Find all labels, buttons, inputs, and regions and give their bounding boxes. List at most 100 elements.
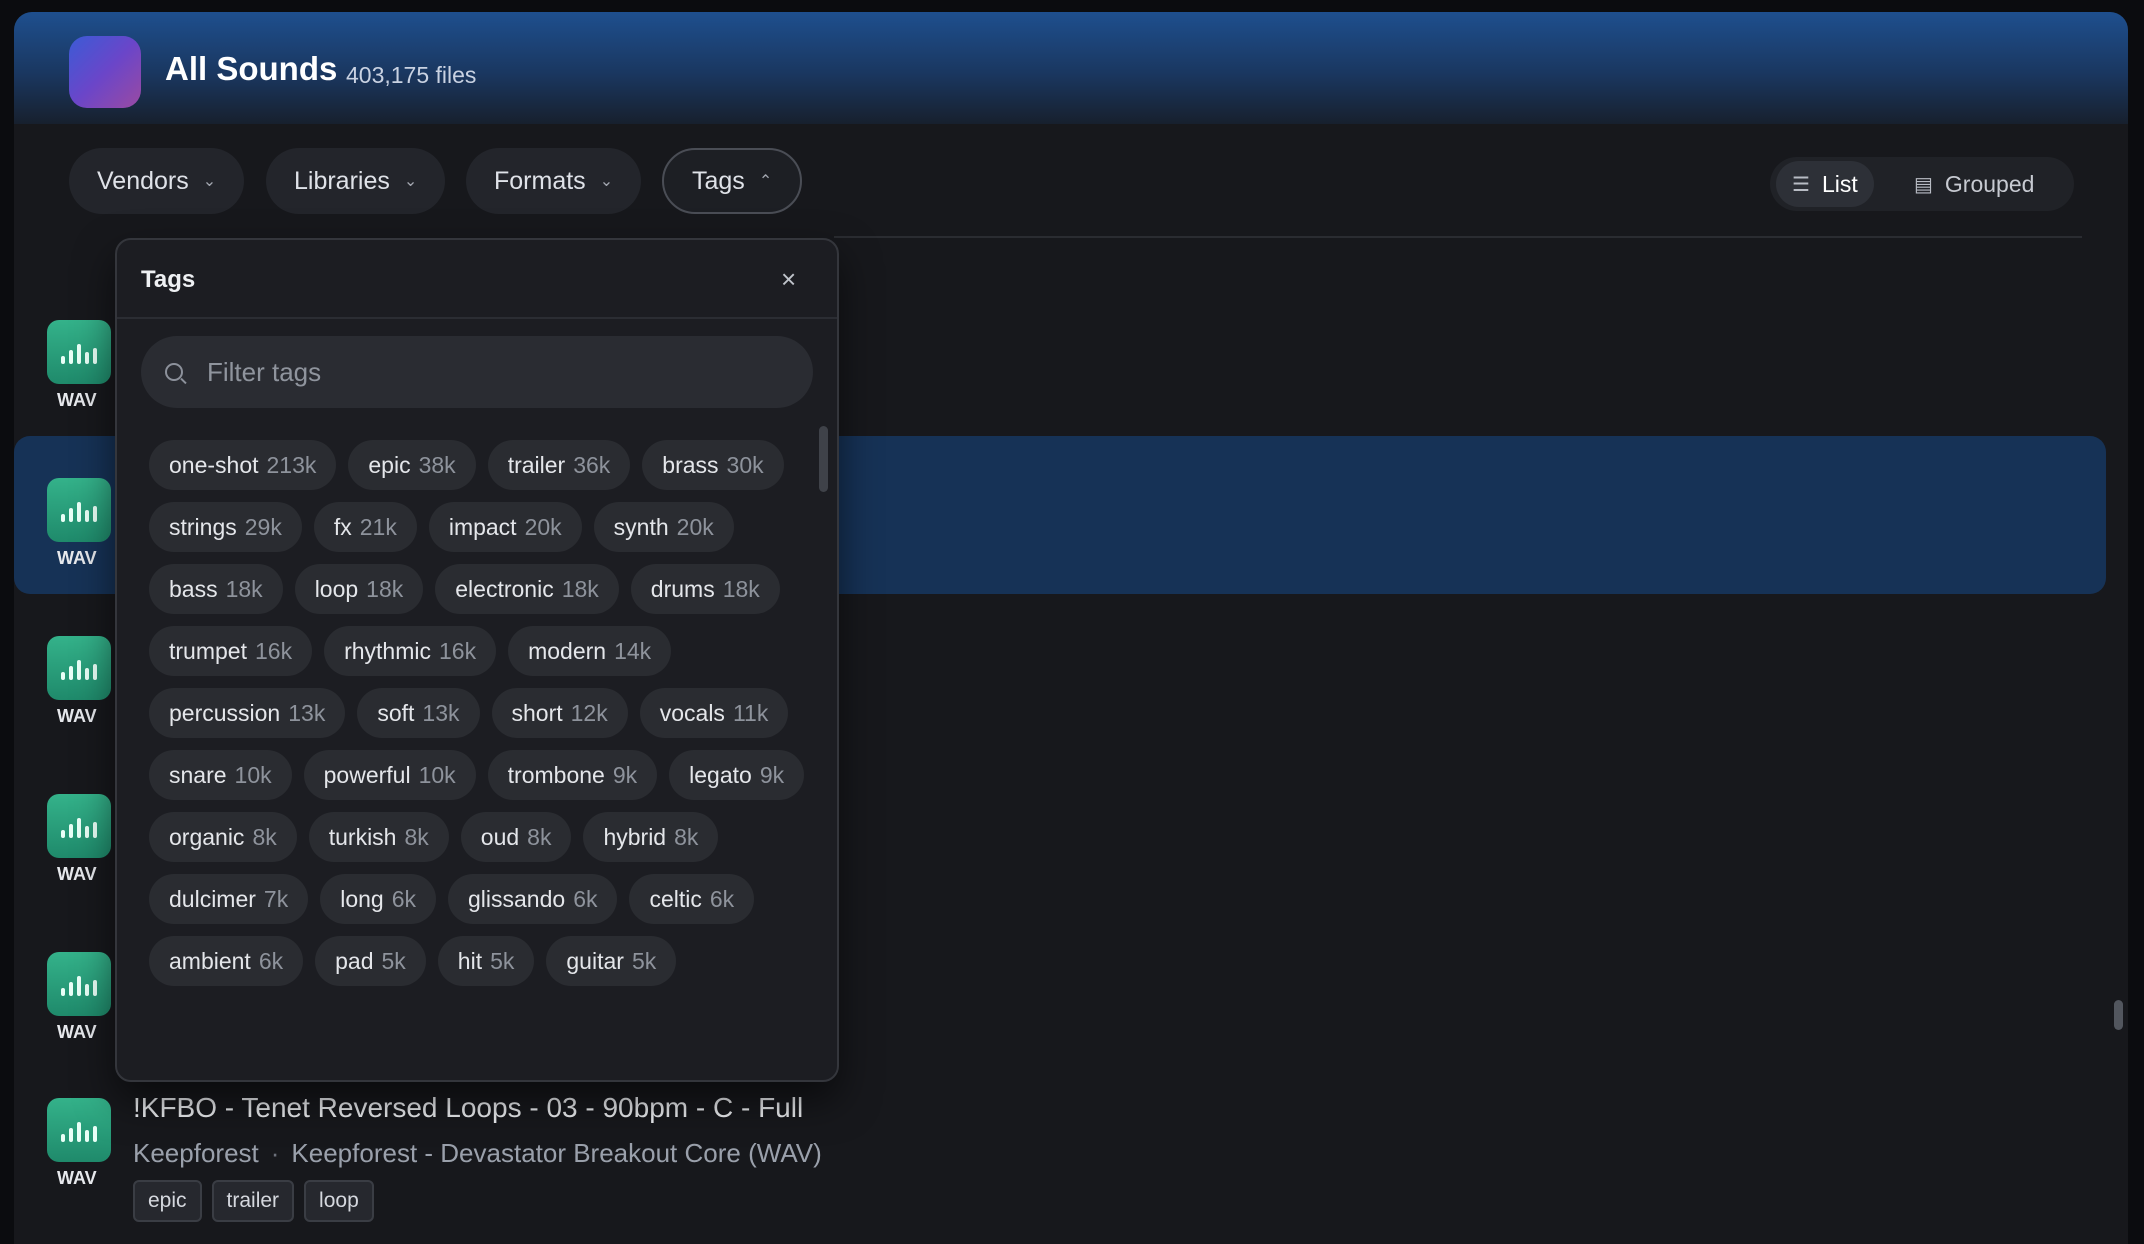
- tag-chip[interactable]: percussion 13k: [149, 688, 346, 738]
- tag-chip[interactable]: organic 8k: [149, 812, 297, 862]
- vendors-filter-button[interactable]: Vendors ⌄: [69, 148, 245, 214]
- tag-chip-count: 38k: [418, 451, 456, 478]
- tag-chip[interactable]: glissando 6k: [448, 874, 618, 924]
- tag-chip[interactable]: synth 20k: [593, 502, 734, 552]
- tag-chip[interactable]: ambient 6k: [149, 936, 304, 986]
- tag-chip-count: 20k: [524, 513, 562, 540]
- tag-chip-count: 16k: [438, 637, 477, 664]
- tag-chip[interactable]: turkish 8k: [308, 812, 449, 862]
- tag-filter-input[interactable]: [205, 355, 769, 389]
- tag-chip-name: vocals: [659, 699, 725, 726]
- row-title[interactable]: !KFBO - Tenet Reversed Loops - 03 - 90bp…: [133, 1092, 803, 1124]
- tag-chip[interactable]: short 12k: [491, 688, 628, 738]
- close-icon[interactable]: ×: [781, 264, 796, 295]
- grouped-view-button[interactable]: ▤ Grouped: [1898, 161, 2050, 207]
- tag-chip-count: 10k: [234, 761, 272, 788]
- tag-chip-count: 6k: [709, 885, 735, 912]
- tag-chip[interactable]: oud 8k: [460, 812, 572, 862]
- tag-chip-name: soft: [377, 699, 415, 726]
- tag-chip[interactable]: fx 21k: [313, 502, 417, 552]
- tag-chip-name: electronic: [455, 575, 554, 602]
- format-label: WAV: [57, 1022, 97, 1042]
- file-count: 403,175 files: [346, 62, 477, 88]
- tag-chip[interactable]: soft 13k: [357, 688, 480, 738]
- tag-chip-name: epic: [368, 451, 411, 478]
- tag-chip[interactable]: guitar 5k: [546, 936, 677, 986]
- tag-chip[interactable]: epic 38k: [348, 440, 476, 490]
- tag-chip-count: 11k: [732, 699, 769, 726]
- popover-scrollbar[interactable]: [819, 426, 828, 492]
- tag-chip[interactable]: drums 18k: [630, 564, 780, 614]
- library-link[interactable]: Keepforest - Devastator Breakout Core (W…: [291, 1138, 821, 1168]
- tag-chip-count: 18k: [366, 575, 404, 602]
- search-icon: [165, 363, 183, 381]
- format-label: WAV: [57, 864, 97, 884]
- tag-chip-count: 18k: [722, 575, 760, 602]
- tag-chip[interactable]: hit 5k: [437, 936, 535, 986]
- tag-chip-name: brass: [662, 451, 719, 478]
- tag-chip-name: celtic: [649, 885, 702, 912]
- tag-chip[interactable]: loop 18k: [294, 564, 424, 614]
- tag-chip-count: 8k: [252, 823, 277, 850]
- tag-chip[interactable]: bass 18k: [149, 564, 283, 614]
- tag-chip[interactable]: snare 10k: [149, 750, 292, 800]
- tag-chip-name: pad: [335, 947, 374, 974]
- tag-chip[interactable]: pad 5k: [315, 936, 426, 986]
- tag-chip-name: hybrid: [603, 823, 667, 850]
- waveform-icon: [47, 636, 111, 700]
- tag-chip[interactable]: celtic 6k: [629, 874, 755, 924]
- tag-chip-count: 20k: [676, 513, 714, 540]
- tag-chip-name: rhythmic: [344, 637, 431, 664]
- chevron-down-icon: ⌄: [599, 173, 614, 190]
- tag-chip[interactable]: rhythmic 16k: [324, 626, 497, 676]
- row-subtitle: Keepforest · Keepforest - Devastator Break…: [133, 1138, 822, 1169]
- tag-chip-list: one-shot 213k epic 38k trailer 36k brass 30k str…: [149, 440, 809, 986]
- vendor-link[interactable]: Keepforest: [133, 1138, 259, 1168]
- tag-chip[interactable]: vocals 11k: [639, 688, 789, 738]
- tag-chip-name: one-shot: [169, 451, 259, 478]
- tag-chip[interactable]: powerful 10k: [303, 750, 476, 800]
- tag-chip[interactable]: modern 14k: [508, 626, 672, 676]
- tag-chip-count: 9k: [612, 761, 638, 788]
- row-tag[interactable]: loop: [304, 1180, 374, 1222]
- tag-chip[interactable]: impact 20k: [428, 502, 582, 552]
- tag-chip-count: 8k: [527, 823, 552, 850]
- tag-chip[interactable]: legato 9k: [669, 750, 805, 800]
- tag-chip-name: loop: [314, 575, 359, 602]
- tags-popover: Tags × one-shot 213k epic 38k trailer 36k bras…: [115, 238, 839, 1082]
- tag-chip-count: 6k: [573, 885, 598, 912]
- tag-chip-name: modern: [528, 637, 607, 664]
- libraries-filter-label: Libraries: [294, 166, 390, 195]
- tag-chip-count: 213k: [266, 451, 317, 478]
- tag-chip-name: percussion: [169, 699, 281, 726]
- tag-chip[interactable]: trumpet 16k: [149, 626, 313, 676]
- main-scrollbar[interactable]: [2114, 1000, 2123, 1030]
- chevron-up-icon: ⌃: [758, 173, 773, 190]
- tag-chip[interactable]: long 6k: [320, 874, 436, 924]
- tag-chip[interactable]: one-shot 213k: [149, 440, 337, 490]
- tag-chip[interactable]: brass 30k: [642, 440, 784, 490]
- waveform-icon: [47, 952, 111, 1016]
- tags-filter-label: Tags: [692, 166, 745, 195]
- tag-chip[interactable]: trailer 36k: [487, 440, 631, 490]
- tag-chip-name: trombone: [507, 761, 605, 788]
- list-view-button[interactable]: ☰ List: [1776, 161, 1874, 207]
- waveform-icon: [47, 1098, 111, 1162]
- waveform-icon: [47, 478, 111, 542]
- tag-chip[interactable]: electronic 18k: [435, 564, 619, 614]
- libraries-filter-button[interactable]: Libraries ⌄: [266, 148, 446, 214]
- tag-chip-count: 18k: [561, 575, 599, 602]
- separator: ·: [270, 1138, 280, 1168]
- tag-chip[interactable]: dulcimer 7k: [149, 874, 309, 924]
- tag-chip[interactable]: hybrid 8k: [583, 812, 719, 862]
- tag-chip-count: 10k: [418, 761, 456, 788]
- tag-chip[interactable]: trombone 9k: [487, 750, 658, 800]
- row-tag[interactable]: trailer: [211, 1180, 295, 1222]
- tag-chip-count: 13k: [288, 699, 326, 726]
- formats-filter-button[interactable]: Formats ⌄: [466, 148, 642, 214]
- tags-filter-button[interactable]: Tags ⌃: [662, 148, 803, 214]
- tag-chip[interactable]: strings 29k: [149, 502, 302, 552]
- tag-filter-field[interactable]: [141, 336, 813, 408]
- tag-chip-name: trumpet: [169, 637, 247, 664]
- row-tag[interactable]: epic: [133, 1180, 202, 1222]
